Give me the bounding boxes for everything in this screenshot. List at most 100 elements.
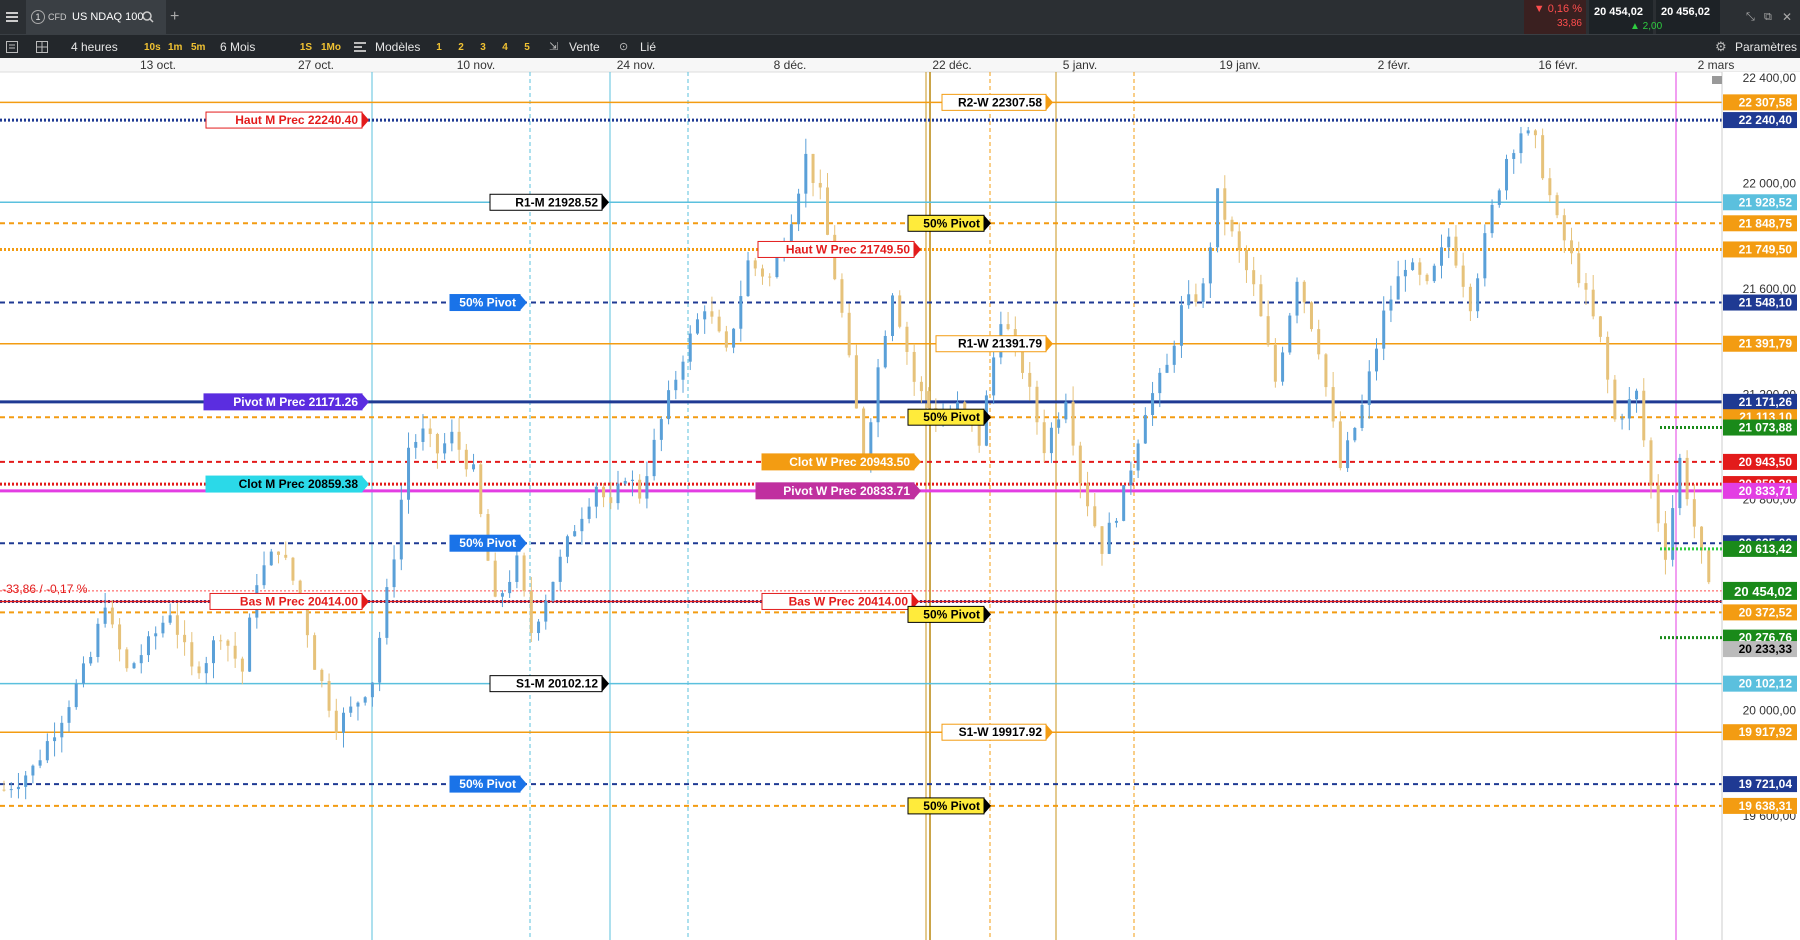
candle-body xyxy=(500,593,504,597)
price-axis-tag-label: 22 307,58 xyxy=(1739,95,1793,109)
x-tick-label: 5 janv. xyxy=(1063,58,1097,72)
candle-body xyxy=(349,706,353,713)
tab-number-badge: 1 xyxy=(31,10,45,24)
gear-icon[interactable]: ⚙ xyxy=(1715,35,1729,59)
candle-body xyxy=(457,431,461,450)
candle-body xyxy=(695,319,699,334)
template-slot-1[interactable]: 1 xyxy=(434,41,444,54)
candle-body xyxy=(1692,499,1696,527)
settings-button[interactable]: Paramètres xyxy=(1735,35,1797,59)
candle-body xyxy=(616,483,620,504)
candle-body xyxy=(407,447,411,500)
interval-5m-button[interactable]: 5m xyxy=(191,41,205,54)
close-icon[interactable]: ✕ xyxy=(1782,0,1796,34)
list-view-icon[interactable] xyxy=(6,35,22,59)
candle-body xyxy=(1136,443,1140,471)
instrument-name: US NDAQ 100 xyxy=(72,11,144,23)
candle-body xyxy=(898,295,902,327)
candle-body xyxy=(1656,485,1660,524)
candle-body xyxy=(580,518,584,532)
candle-body xyxy=(587,506,591,519)
candle-body xyxy=(1266,316,1270,346)
interval-1m-button[interactable]: 1m xyxy=(168,41,182,54)
candle-body xyxy=(645,476,649,499)
candle-body xyxy=(276,551,280,555)
candle-body xyxy=(573,531,577,537)
candle-body xyxy=(739,296,743,329)
hamburger-menu-icon[interactable] xyxy=(6,0,22,34)
candle-body xyxy=(1143,414,1147,444)
candle-body xyxy=(1237,231,1241,250)
candle-body xyxy=(1281,352,1285,382)
candle-body xyxy=(1440,247,1444,266)
template-slot-3[interactable]: 3 xyxy=(478,41,488,54)
templates-menu[interactable]: Modèles xyxy=(375,35,420,59)
template-slot-2[interactable]: 2 xyxy=(456,41,466,54)
level-label-text: Haut W Prec 21749.50 xyxy=(786,242,910,256)
candle-body xyxy=(1418,262,1422,275)
candle-body xyxy=(638,479,642,499)
sell-mode-icon[interactable]: ⇲ xyxy=(549,35,563,59)
period-select[interactable]: 6 Mois xyxy=(220,35,255,59)
period-1s-button[interactable]: 1S xyxy=(299,41,313,54)
candle-body xyxy=(1346,440,1350,469)
candle-body xyxy=(1158,372,1162,394)
candle-body xyxy=(1663,523,1667,560)
candle-body xyxy=(291,557,295,581)
candle-body xyxy=(609,497,613,504)
candle-body xyxy=(219,640,223,642)
level-label-text: R2-W 22307.58 xyxy=(958,95,1042,109)
buy-price-button[interactable]: 20 456,02 xyxy=(1656,0,1720,34)
price-axis-tag-label: 19 917,92 xyxy=(1739,725,1793,739)
layout-icon[interactable] xyxy=(36,35,52,59)
candle-body xyxy=(81,663,85,684)
candle-body xyxy=(414,441,418,448)
level-label-text: 50% Pivot xyxy=(459,777,516,791)
sell-mode-button[interactable]: Vente xyxy=(569,35,600,59)
candle-body xyxy=(1425,274,1429,282)
candle-body xyxy=(1086,483,1090,507)
candle-body xyxy=(688,333,692,362)
plus-icon[interactable]: + xyxy=(170,0,186,34)
candle-body xyxy=(103,607,107,624)
candle-body xyxy=(139,655,143,664)
candle-body xyxy=(1353,427,1357,441)
search-icon[interactable] xyxy=(142,11,154,23)
candle-body xyxy=(1006,324,1010,330)
candle-body xyxy=(1685,457,1689,500)
price-chart[interactable]: 13 oct. 27 oct. 10 nov. 24 nov. 8 déc. 22 déc… xyxy=(0,58,1800,940)
candle-body xyxy=(1447,236,1451,248)
interval-select[interactable]: 4 heures xyxy=(71,35,118,59)
candle-body xyxy=(1324,354,1328,388)
candle-body xyxy=(450,431,454,444)
price-axis-tag-label: 20 943,50 xyxy=(1739,455,1793,469)
level-label-text: Haut M Prec 22240.40 xyxy=(235,113,358,127)
template-slot-4[interactable]: 4 xyxy=(500,41,510,54)
link-icon[interactable]: ⊙ xyxy=(619,35,633,59)
candle-body xyxy=(334,710,338,733)
linked-button[interactable]: Lié xyxy=(640,35,656,59)
candle-body xyxy=(472,464,476,470)
templates-icon[interactable] xyxy=(354,35,368,59)
interval-10s-button[interactable]: 10s xyxy=(144,41,161,54)
template-slot-5[interactable]: 5 xyxy=(522,41,532,54)
popout-icon[interactable]: ⧉ xyxy=(1764,0,1778,34)
y-tick-label: 21 600,00 xyxy=(1743,282,1797,296)
candle-body xyxy=(1151,393,1155,415)
candle-body xyxy=(197,666,201,674)
level-label-text: Clot M Prec 20859.38 xyxy=(239,477,359,491)
candle-body xyxy=(1678,457,1682,509)
candle-body xyxy=(1411,262,1415,270)
lock-icon[interactable] xyxy=(1712,76,1722,84)
shrink-icon[interactable]: ⤡ xyxy=(1746,0,1760,34)
candle-body xyxy=(927,391,931,409)
price-axis-tag-label: 20 102,12 xyxy=(1739,677,1793,691)
chart-canvas[interactable]: 13 oct. 27 oct. 10 nov. 24 nov. 8 déc. 22 déc… xyxy=(0,58,1800,940)
candle-body xyxy=(1606,336,1610,380)
x-tick-label: 13 oct. xyxy=(140,58,176,72)
candle-body xyxy=(1331,387,1335,422)
instrument-tab[interactable]: 1 CFD US NDAQ 100 xyxy=(26,0,166,34)
candle-body xyxy=(67,707,71,723)
period-1mo-button[interactable]: 1Mo xyxy=(320,41,342,54)
price-axis-tag-label: 21 848,75 xyxy=(1739,216,1793,230)
